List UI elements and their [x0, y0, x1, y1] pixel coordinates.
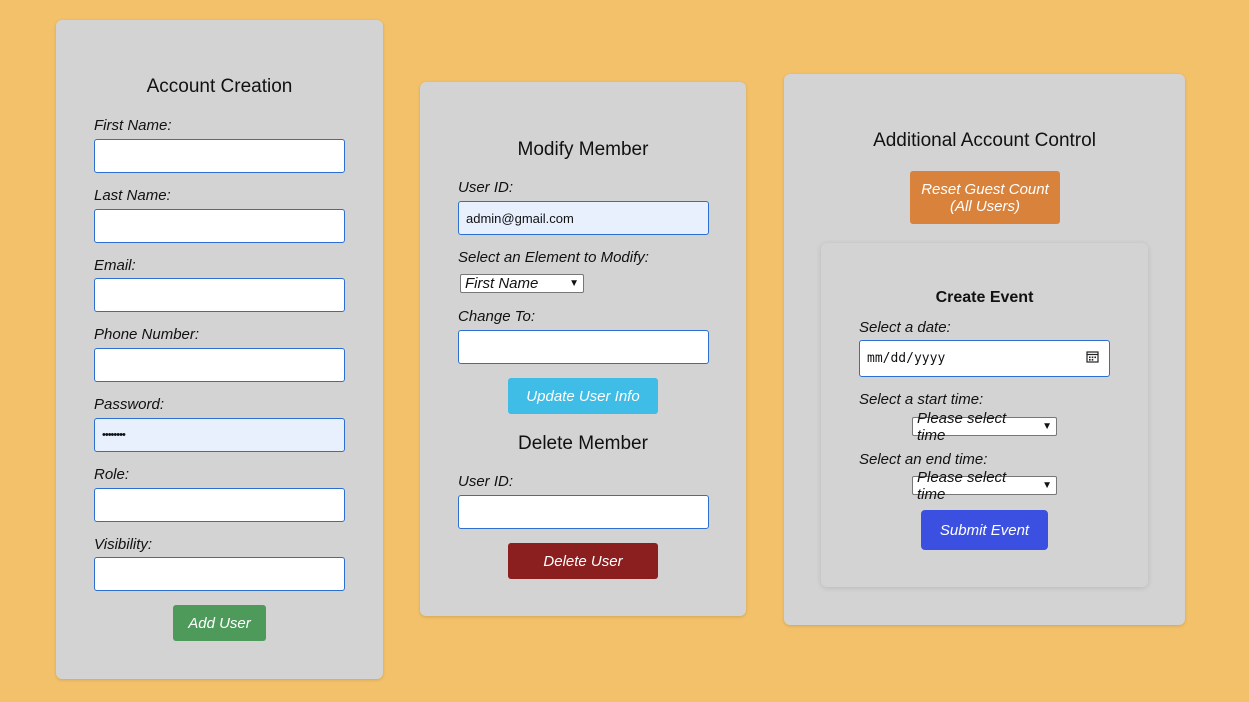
add-user-button[interactable]: Add User	[173, 605, 266, 641]
password-field[interactable]: ••••••••	[94, 418, 345, 452]
phone-number-field[interactable]	[94, 348, 345, 382]
date-label: Select a date:	[859, 319, 951, 336]
account-creation-card: Account Creation First Name: Last Name: …	[56, 20, 383, 679]
reset-guest-count-sublabel: (All Users)	[950, 197, 1020, 215]
end-time-select[interactable]: Please select time ▼	[912, 469, 1057, 503]
role-label: Role:	[94, 466, 130, 483]
first-name-field[interactable]	[94, 139, 345, 173]
end-time-value: Please select time	[917, 468, 1007, 503]
password-label: Password:	[94, 396, 165, 413]
date-placeholder: mm/dd/yyyy	[867, 351, 946, 366]
modify-member-card: Modify Member User ID: admin@gmail.com S…	[420, 82, 746, 616]
delete-member-title: Delete Member	[518, 433, 648, 454]
start-time-label: Select a start time:	[859, 391, 984, 408]
create-event-title: Create Event	[935, 289, 1034, 306]
submit-event-button[interactable]: Submit Event	[921, 510, 1048, 550]
visibility-label: Visibility:	[94, 536, 153, 553]
modify-member-title: Modify Member	[517, 139, 649, 160]
last-name-field[interactable]	[94, 209, 345, 243]
change-to-label: Change To:	[458, 308, 536, 325]
delete-user-id-field[interactable]	[458, 495, 709, 529]
element-select-label: Select an Element to Modify:	[458, 249, 649, 266]
element-select-value: First Name	[465, 275, 539, 292]
modify-user-id-field[interactable]: admin@gmail.com	[458, 201, 709, 235]
first-name-label: First Name:	[94, 117, 172, 134]
reset-guest-count-label: Reset Guest Count	[921, 180, 1049, 198]
account-creation-title: Account Creation	[146, 76, 293, 97]
role-field[interactable]	[94, 488, 345, 522]
calendar-icon[interactable]	[1086, 350, 1099, 363]
date-field[interactable]: mm/dd/yyyy	[859, 340, 1110, 377]
chevron-down-icon: ▼	[569, 278, 579, 289]
phone-number-label: Phone Number:	[94, 326, 200, 343]
additional-control-title: Additional Account Control	[873, 130, 1096, 151]
delete-user-id-label: User ID:	[458, 473, 514, 490]
change-to-field[interactable]	[458, 330, 709, 364]
modify-user-id-label: User ID:	[458, 179, 514, 196]
element-select[interactable]: First Name ▼	[460, 274, 584, 293]
delete-user-button[interactable]: Delete User	[508, 543, 658, 579]
email-field[interactable]	[94, 278, 345, 312]
last-name-label: Last Name:	[94, 187, 171, 204]
start-time-select[interactable]: Please select time ▼	[912, 410, 1057, 444]
update-user-info-button[interactable]: Update User Info	[508, 378, 658, 414]
chevron-down-icon: ▼	[1042, 421, 1052, 432]
start-time-value: Please select time	[917, 409, 1007, 444]
create-event-card: Create Event Select a date: mm/dd/yyyy S…	[821, 243, 1148, 587]
chevron-down-icon: ▼	[1042, 480, 1052, 491]
email-label: Email:	[94, 257, 136, 274]
end-time-label: Select an end time:	[859, 451, 988, 468]
visibility-field[interactable]	[94, 557, 345, 591]
reset-guest-count-button[interactable]: Reset Guest Count (All Users)	[910, 171, 1060, 224]
